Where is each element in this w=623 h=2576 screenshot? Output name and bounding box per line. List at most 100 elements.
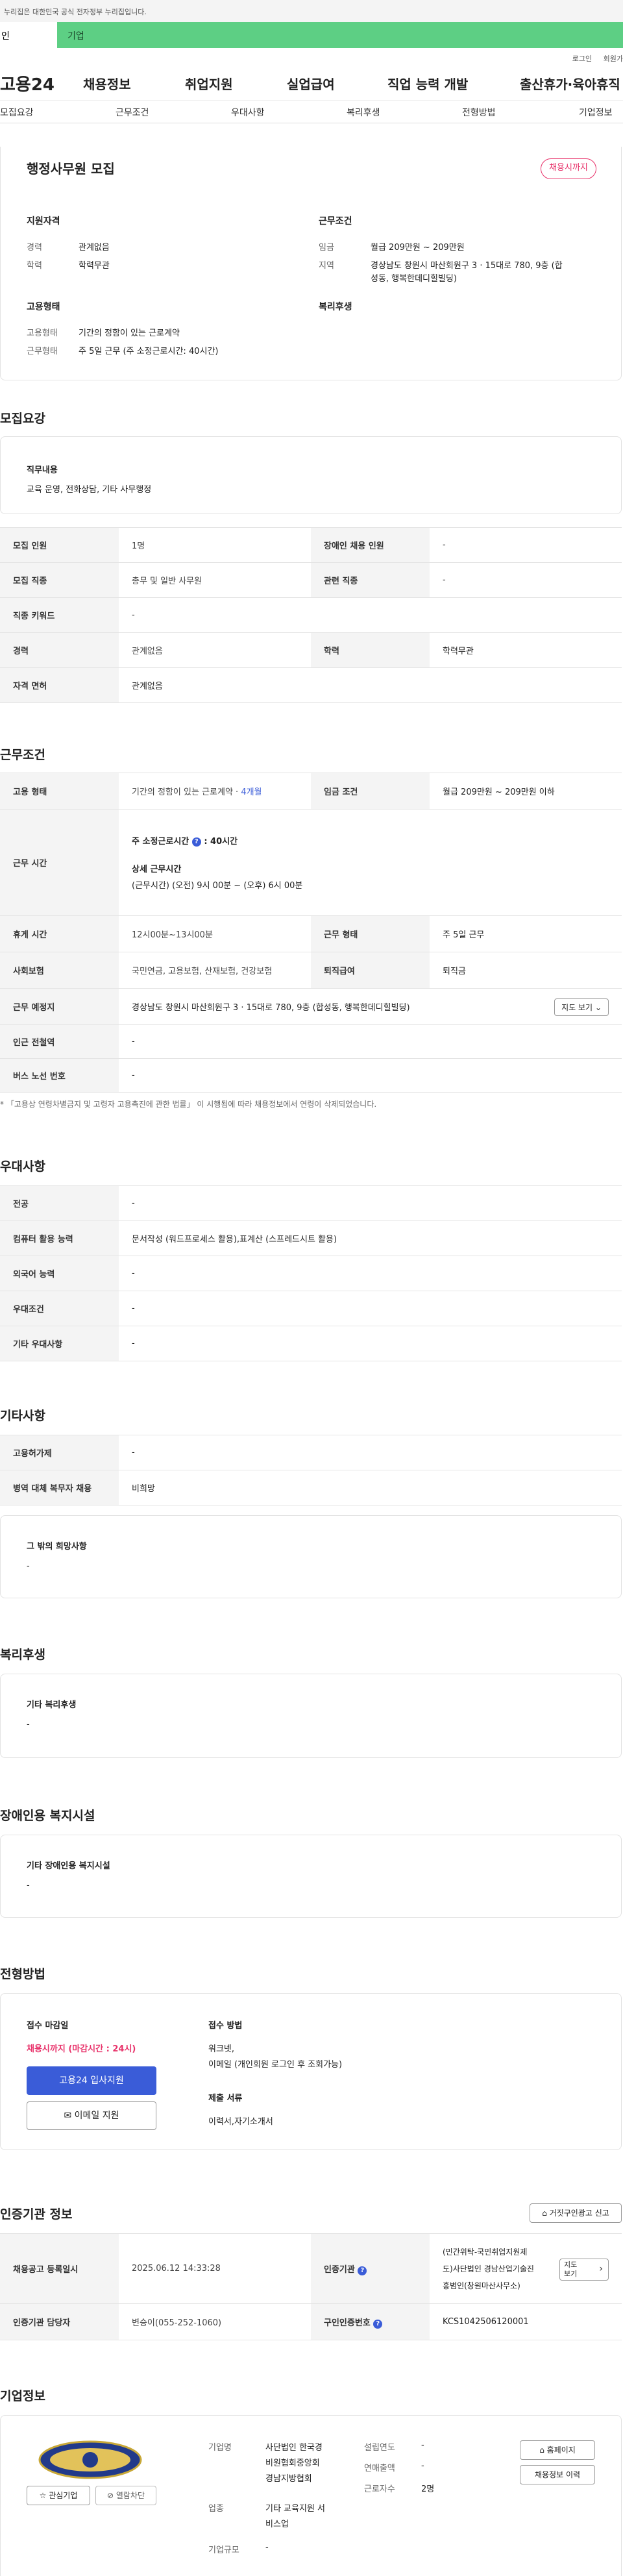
info-icon[interactable]: ? bbox=[358, 2266, 367, 2275]
loc-value: 성동, 행복한데디힐빌딩) bbox=[371, 274, 457, 284]
table-row: 고용 형태 기간의 정함이 있는 근로계약 · 4개월 임금 조건 월급 209만원 … bbox=[0, 773, 622, 810]
cell-value: 기간의 정함이 있는 근로계약 · 4개월 bbox=[119, 773, 311, 810]
industry-label: 업종 bbox=[208, 2504, 224, 2514]
cell-value: 경상남도 창원시 마산회원구 3 · 15대로 780, 9층 (합성동, 행복… bbox=[119, 988, 622, 1025]
employees-value: 2명 bbox=[421, 2484, 435, 2494]
org-value: 도)사단법인 경남산업기술진 bbox=[443, 2264, 534, 2273]
tab-company[interactable]: 기업 bbox=[57, 22, 623, 48]
info-icon[interactable]: ? bbox=[373, 2319, 383, 2329]
founded-value: - bbox=[421, 2440, 424, 2450]
homepage-button[interactable]: ⌂ 홈페이지 bbox=[520, 2440, 595, 2460]
tab-company[interactable]: 기업정보 bbox=[579, 106, 613, 119]
hiring-history-button[interactable]: 채용정보 이력 bbox=[520, 2465, 595, 2484]
cell-value: - bbox=[119, 1326, 622, 1361]
cell-label: 경력 bbox=[0, 632, 119, 668]
favorite-label: 관심기업 bbox=[49, 2491, 78, 2500]
info-icon[interactable]: ? bbox=[191, 837, 201, 847]
cell-label: 병역 대체 복무자 채용 bbox=[0, 1470, 119, 1505]
table-row: 근무 시간 주 소정근로시간 ? : 40시간 상세 근무시간 (근무시간) (… bbox=[0, 809, 622, 916]
gov-banner: 누리집은 대한민국 공식 전자정부 누리집입니다. bbox=[0, 0, 623, 22]
other-wishes-box: 그 밖의 희망사항 - bbox=[0, 1515, 622, 1598]
method-title: 접수 방법 bbox=[208, 2021, 243, 2031]
cell-value: 변승이(055-252-1060) bbox=[119, 2303, 311, 2340]
company-logo bbox=[38, 2440, 142, 2479]
cell-label: 근무 형태 bbox=[311, 915, 430, 952]
deadline-value: 채용시까지 (마감시간 : 24시) bbox=[27, 2044, 136, 2054]
docs-value: 이력서,자기소개서 bbox=[208, 2117, 273, 2127]
recruit-table: 모집 인원 1명 장애인 채용 인원 - 모집 직종 총무 및 일반 사무원 관련 직종 -… bbox=[0, 527, 622, 703]
duty-box: 직무내용 교육 운영, 전화상담, 기타 사무행정 bbox=[0, 436, 622, 514]
gnb-item-jobs[interactable]: 채용정보 bbox=[83, 74, 131, 93]
cell-label: 사회보험 bbox=[0, 952, 119, 989]
cell-value: 1명 bbox=[119, 527, 311, 563]
star-icon: ☆ bbox=[39, 2491, 47, 2500]
chevron-right-icon: › bbox=[599, 2264, 603, 2274]
qual-label: 경력 bbox=[27, 243, 42, 253]
emp-type-text: 기간의 정함이 있는 근로계약 · bbox=[132, 787, 241, 797]
tab-selection[interactable]: 전형방법 bbox=[462, 106, 496, 119]
org-map-button[interactable]: 지도 보기 › bbox=[559, 2259, 609, 2281]
cell-label: 전공 bbox=[0, 1185, 119, 1221]
cell-value: 2025.06.12 14:33:28 bbox=[119, 2233, 311, 2304]
table-row: 모집 직종 총무 및 일반 사무원 관련 직종 - bbox=[0, 562, 622, 598]
tab-personal[interactable]: 인 bbox=[0, 22, 57, 48]
table-row: 직종 키워드 - bbox=[0, 597, 622, 633]
cell-label: 모집 직종 bbox=[0, 562, 119, 598]
company-name-line: 경남지방협회 bbox=[265, 2474, 312, 2484]
table-row: 근무 예정지 경상남도 창원시 마산회원구 3 · 15대로 780, 9층 (합… bbox=[0, 988, 622, 1025]
work-hours-label: 주 소정근로시간 bbox=[132, 837, 189, 847]
cell-label: 자격 면허 bbox=[0, 667, 119, 703]
tab-recruit[interactable]: 모집요강 bbox=[0, 106, 34, 119]
cell-value: 관계없음 bbox=[119, 632, 311, 668]
global-nav: 고용24 채용정보 취업지원 실업급여 직업 능력 개발 출산휴가·육아휴직 bbox=[0, 65, 623, 100]
table-row: 인증기관 담당자 변승이(055-252-1060) 구인인증번호 ? KCS1042… bbox=[0, 2303, 622, 2340]
join-link[interactable]: 회원가 bbox=[604, 55, 623, 63]
cell-label: 직종 키워드 bbox=[0, 597, 119, 633]
cell-value: - bbox=[119, 1024, 622, 1059]
login-link[interactable]: 로그인 bbox=[572, 55, 592, 63]
cell-label: 인증기관 담당자 bbox=[0, 2303, 119, 2340]
report-label: 거짓구인광고 신고 bbox=[549, 2209, 609, 2218]
sales-value: - bbox=[421, 2461, 424, 2471]
company-name-value: 사단법인 한국경 비원협회중앙회 경남지방협회 bbox=[265, 2440, 323, 2487]
table-row: 컴퓨터 활용 능력 문서작성 (워드프로세스 활용),표계산 (스프레드시트 활용… bbox=[0, 1220, 622, 1256]
table-row: 우대조건 - bbox=[0, 1291, 622, 1326]
cell-value: - bbox=[119, 1185, 622, 1221]
tab-prefer[interactable]: 우대사항 bbox=[231, 106, 265, 119]
duty-text: 교육 운영, 전화상담, 기타 사무행정 bbox=[27, 485, 152, 495]
gnb-item-unemployment-benefit[interactable]: 실업급여 bbox=[287, 74, 335, 93]
detail-hours-text: (근무시간) (오전) 9시 00분 ~ (오후) 6시 00분 bbox=[132, 881, 303, 891]
gnb-item-employment-support[interactable]: 취업지원 bbox=[185, 74, 233, 93]
cell-value: KCS1042506120001 bbox=[430, 2303, 622, 2340]
cell-value: 월급 209만원 ~ 209만원 이하 bbox=[430, 773, 622, 810]
gnb-item-parental-leave[interactable]: 출산휴가·육아휴직 bbox=[520, 74, 620, 93]
company-name-line: 비원협회중앙회 bbox=[265, 2458, 320, 2468]
duty-title: 직무내용 bbox=[27, 465, 58, 475]
favorite-company-button[interactable]: ☆ 관심기업 bbox=[27, 2486, 90, 2505]
block-view-button[interactable]: ⊘ 열람차단 bbox=[95, 2486, 156, 2505]
map-view-button[interactable]: 지도 보기 ⌄ bbox=[554, 998, 609, 1016]
emp-label: 근무형태 bbox=[27, 347, 58, 356]
email-apply-label: 이메일 지원 bbox=[74, 2111, 119, 2121]
contract-period-link[interactable]: 4개월 bbox=[241, 787, 262, 797]
section-heading-disability: 장애인용 복지시설 bbox=[0, 1809, 95, 1823]
cell-label: 근무 시간 bbox=[0, 809, 119, 916]
other-wishes-value: - bbox=[27, 1561, 30, 1571]
company-size-label: 기업규모 bbox=[208, 2545, 239, 2555]
cell-value: 비희망 bbox=[119, 1470, 622, 1505]
tab-work[interactable]: 근무조건 bbox=[116, 106, 149, 119]
report-fake-ad-button[interactable]: ⌂ 거짓구인광고 신고 bbox=[530, 2203, 622, 2223]
cell-value: 문서작성 (워드프로세스 활용),표계산 (스프레드시트 활용) bbox=[119, 1220, 622, 1256]
block-icon: ⊘ bbox=[106, 2491, 114, 2500]
email-apply-button[interactable]: ✉ 이메일 지원 bbox=[27, 2101, 156, 2130]
site-logo[interactable]: 고용24 bbox=[0, 71, 55, 95]
apply-button[interactable]: 고용24 입사지원 bbox=[27, 2066, 156, 2095]
cell-value: (민간위탁-국민취업지원제 도)사단법인 경남산업기술진 흥범인(창원마산사무소) 지… bbox=[430, 2233, 622, 2304]
tab-welfare[interactable]: 복리후생 bbox=[347, 106, 380, 119]
gnb-item-training[interactable]: 직업 능력 개발 bbox=[387, 74, 468, 93]
cell-label: 외국어 능력 bbox=[0, 1256, 119, 1291]
cell-value: 총무 및 일반 사무원 bbox=[119, 562, 311, 598]
cell-label: 기타 우대사항 bbox=[0, 1326, 119, 1361]
cell-label: 고용허가제 bbox=[0, 1435, 119, 1470]
cert-no-label: 구인인증번호 bbox=[324, 2318, 371, 2328]
